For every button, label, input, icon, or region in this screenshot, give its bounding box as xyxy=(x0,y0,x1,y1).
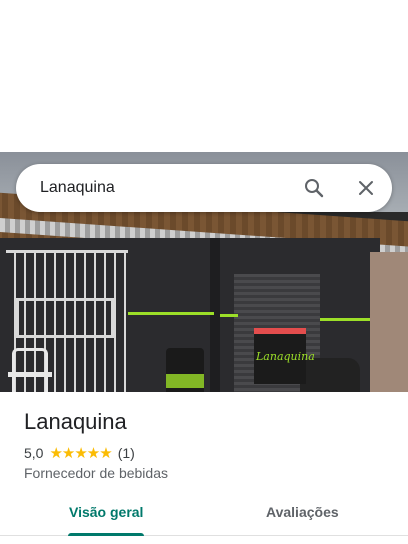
search-bar[interactable] xyxy=(16,164,392,212)
rating-value: 5,0 xyxy=(24,445,44,461)
tab-overview[interactable]: Visão geral xyxy=(69,504,143,520)
search-icon[interactable] xyxy=(302,176,326,200)
photo-window xyxy=(16,298,114,338)
search-input[interactable] xyxy=(40,176,280,200)
close-icon[interactable] xyxy=(354,176,378,200)
star-rating-icon: ★★★★★ xyxy=(49,445,112,462)
rating-row[interactable]: 5,0 ★★★★★ (1) xyxy=(24,444,135,462)
photo-motorcycle xyxy=(300,358,360,392)
photo-box-logo: Lanaquina xyxy=(256,350,315,363)
place-title: Lanaquina xyxy=(24,409,127,434)
photo-side-building xyxy=(370,252,408,392)
photo-barrel-label xyxy=(166,374,204,388)
photo-green-stripe xyxy=(128,312,214,315)
active-tab-indicator xyxy=(68,533,144,536)
photo-chair-seat xyxy=(8,372,52,377)
photo-green-stripe xyxy=(320,318,370,321)
place-category[interactable]: Fornecedor de bebidas xyxy=(24,465,168,481)
tab-bar: Visão geral Avaliações xyxy=(0,496,408,536)
photo-chair xyxy=(12,348,48,392)
photo-green-stripe xyxy=(220,314,238,317)
review-count[interactable]: (1) xyxy=(118,445,135,461)
photo-pillar xyxy=(210,238,220,392)
tab-reviews[interactable]: Avaliações xyxy=(266,504,339,520)
